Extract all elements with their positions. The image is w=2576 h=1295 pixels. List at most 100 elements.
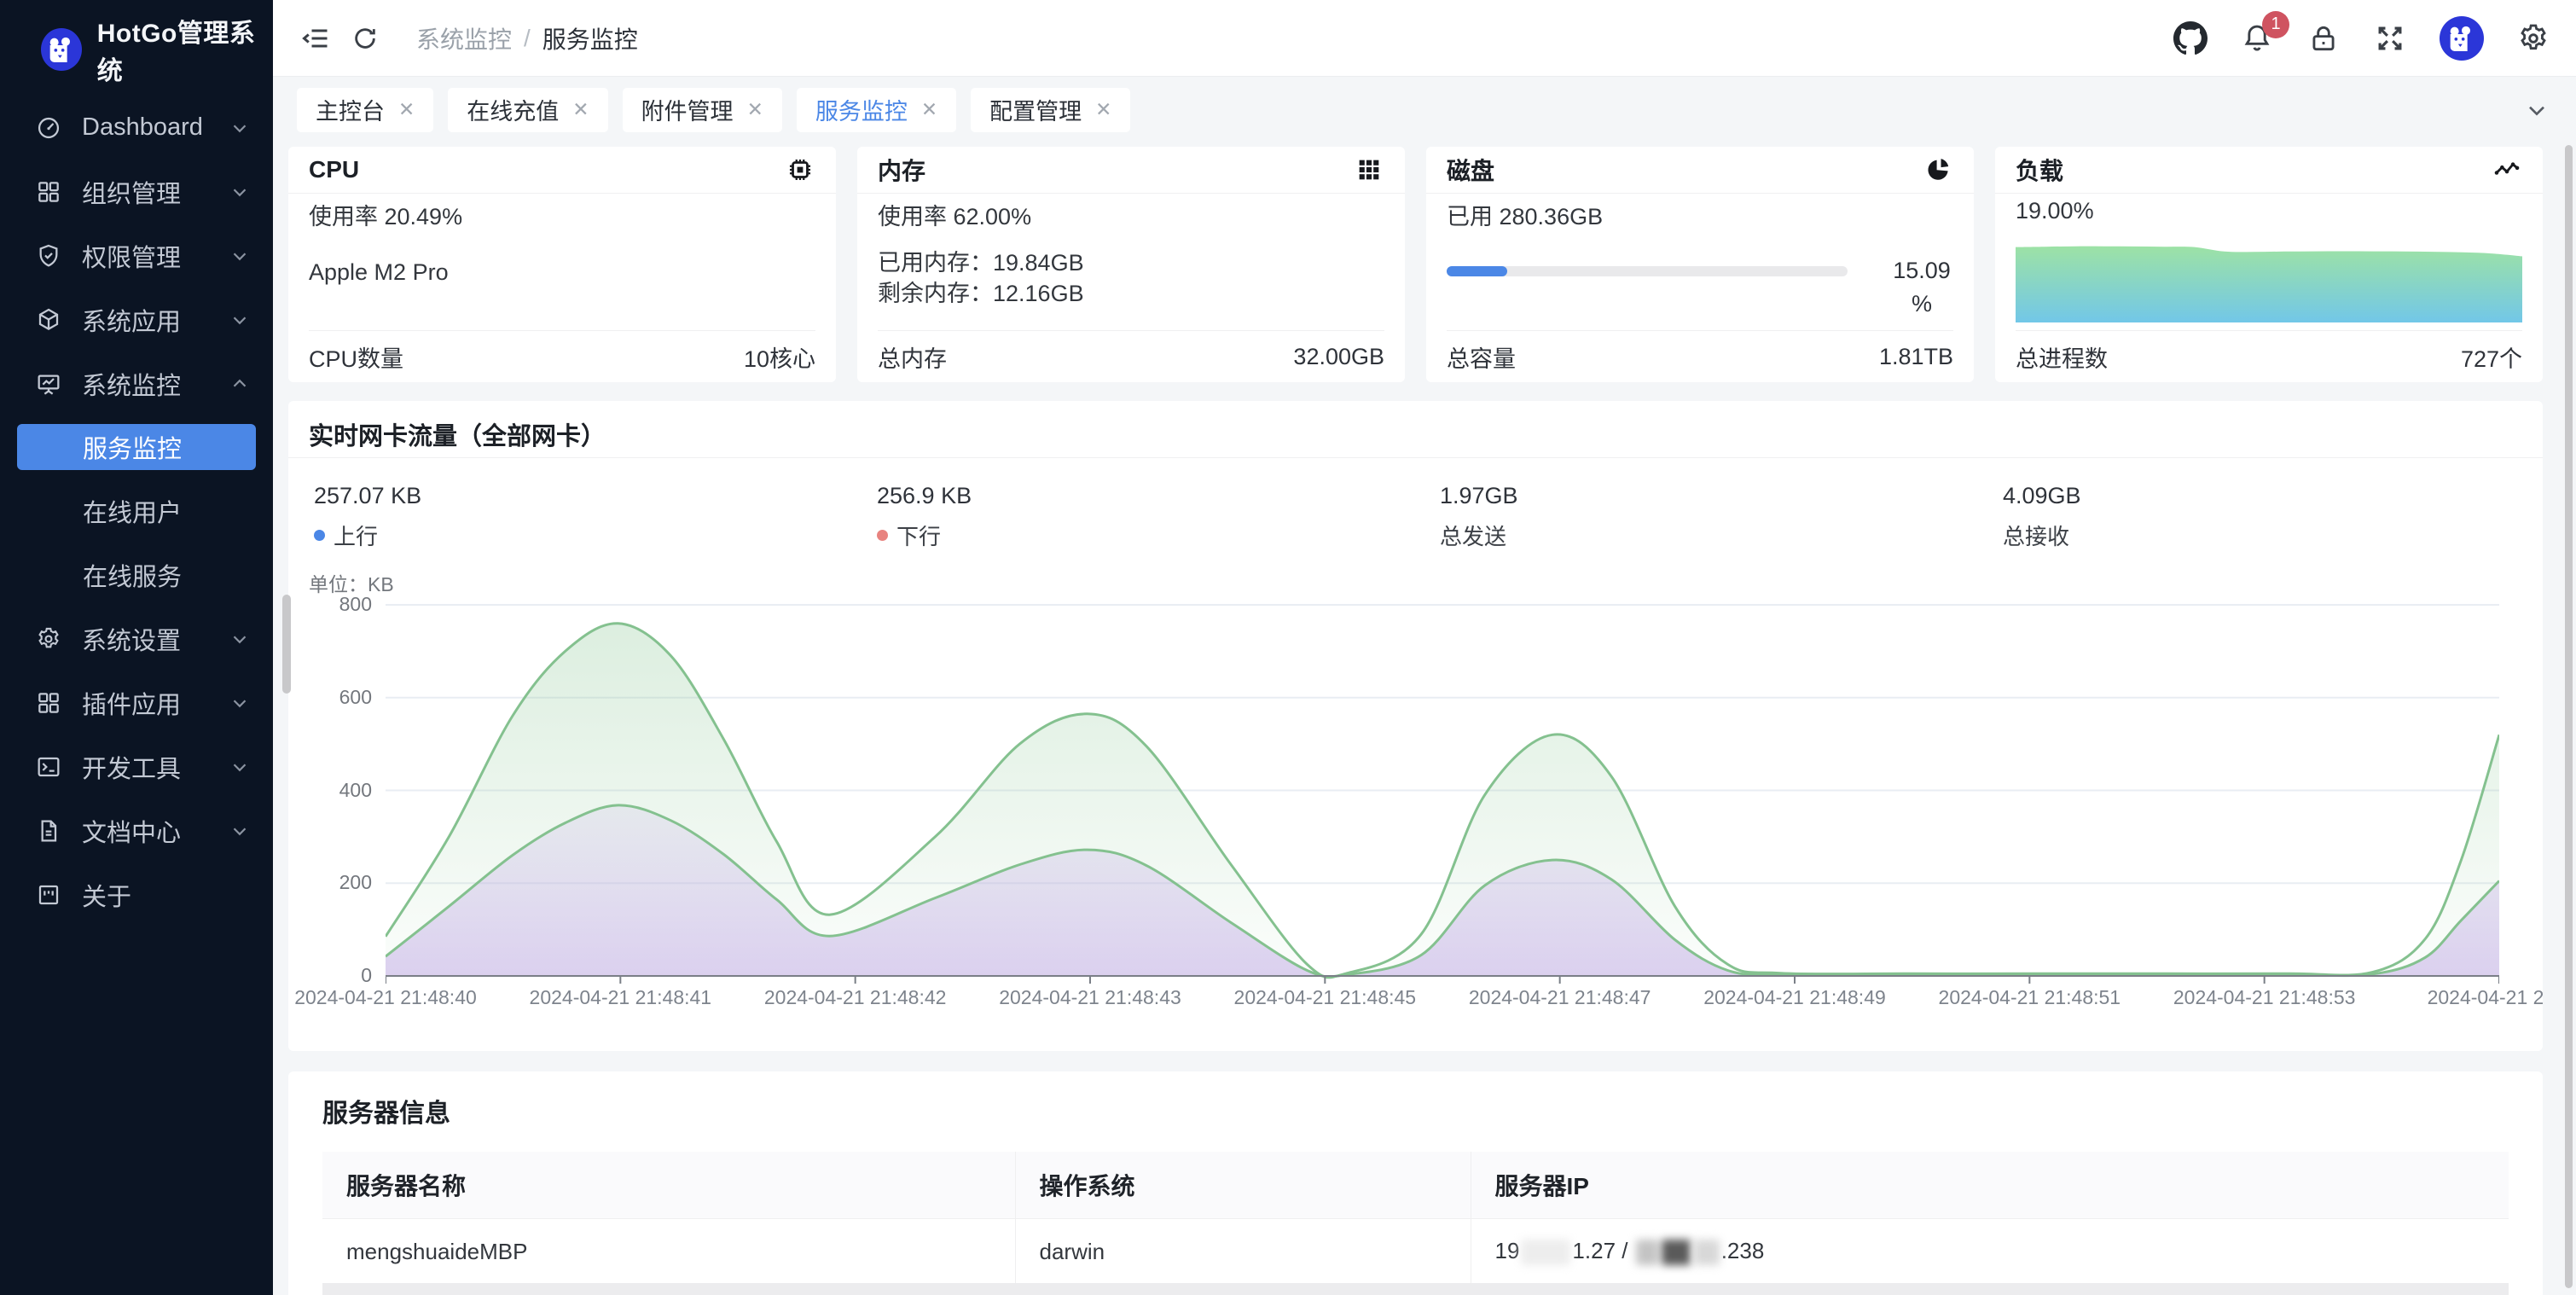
- stat-label: 下行: [896, 520, 941, 551]
- y-axis-tick-label: 200: [302, 871, 372, 894]
- sidebar-item-online-users[interactable]: 在线用户: [0, 479, 273, 543]
- legend-dot-upstream: [314, 530, 325, 541]
- disk-progress-track: [1447, 266, 1848, 276]
- close-icon[interactable]: ✕: [1095, 100, 1111, 119]
- avatar[interactable]: [2440, 16, 2484, 61]
- dashboard-icon: [34, 113, 63, 142]
- sidebar-item-monitor[interactable]: 系统监控: [0, 351, 273, 415]
- close-icon[interactable]: ✕: [398, 100, 415, 119]
- tab-service-monitor[interactable]: 服务监控 ✕: [797, 88, 956, 132]
- cpu-usage: 使用率 20.49%: [309, 198, 815, 231]
- sidebar-item-apps[interactable]: 系统应用: [0, 287, 273, 351]
- stat-upstream: 257.07 KB 上行: [314, 483, 421, 551]
- shield-check-icon: [34, 241, 63, 270]
- tab-console[interactable]: 主控台 ✕: [297, 88, 433, 132]
- legend-dot-downstream: [877, 530, 888, 541]
- memory-grid-icon: [1354, 154, 1384, 185]
- ip-redaction-block: [1662, 1240, 1691, 1265]
- collapse-sidebar-icon[interactable]: [299, 21, 333, 55]
- close-icon[interactable]: ✕: [921, 100, 937, 119]
- network-traffic-panel: 实时网卡流量（全部网卡） 257.07 KB 上行 256.9 KB 下行 1.…: [288, 401, 2543, 1051]
- page-scrollbar-thumb[interactable]: [2565, 145, 2573, 1288]
- server-table: 服务器名称 操作系统 服务器IP mengshuaideMBP darwin 1…: [322, 1152, 2509, 1285]
- server-info-panel: 服务器信息 服务器名称 操作系统 服务器IP mengshuaideMBP: [288, 1071, 2543, 1295]
- sidebar: HotGo管理系统 Dashboard 组织管理 权限管理 系统应用: [0, 0, 273, 1295]
- top-header: 系统监控 / 服务监控 1: [273, 0, 2576, 77]
- chevron-down-icon: [229, 245, 251, 267]
- sidebar-item-label: 在线服务: [83, 557, 251, 593]
- settings-gear-icon[interactable]: [2516, 21, 2550, 55]
- ip-redaction-block: [1636, 1240, 1658, 1265]
- breadcrumb-current: 服务监控: [542, 21, 638, 55]
- refresh-icon[interactable]: [348, 21, 382, 55]
- stat-total-sent: 1.97GB 总发送: [1440, 483, 1518, 551]
- sidebar-item-label: 权限管理: [82, 238, 229, 274]
- y-axis-tick-label: 600: [302, 686, 372, 709]
- sidebar-menu: Dashboard 组织管理 权限管理 系统应用 系统监控: [0, 96, 273, 926]
- disk-percent-unit: %: [1875, 287, 1969, 321]
- x-axis-tick-label: 2024-04-21 21:48:43: [975, 986, 1205, 1009]
- tab-label: 附件管理: [641, 93, 734, 126]
- tab-online-recharge[interactable]: 在线充值 ✕: [448, 88, 607, 132]
- sidebar-item-plugins[interactable]: 插件应用: [0, 671, 273, 735]
- tab-attachments[interactable]: 附件管理 ✕: [623, 88, 782, 132]
- notifications-bell-icon[interactable]: 1: [2240, 21, 2274, 55]
- disk-footer-value: 1.81TB: [1879, 344, 1953, 370]
- memory-footer-label: 总内存: [878, 340, 947, 374]
- server-info-title: 服务器信息: [322, 1092, 450, 1129]
- logo[interactable]: HotGo管理系统: [41, 12, 273, 87]
- disk-card: 磁盘 已用 280.36GB 15.09 % 总容量 1.81TB: [1426, 147, 1974, 382]
- sidebar-item-label: 系统监控: [82, 366, 229, 402]
- y-axis-tick-label: 0: [302, 964, 372, 987]
- sidebar-item-label: 文档中心: [82, 813, 229, 849]
- memory-card-footer: 总内存 32.00GB: [878, 330, 1384, 382]
- sidebar-item-dashboard[interactable]: Dashboard: [0, 96, 273, 160]
- sidebar-item-online-services[interactable]: 在线服务: [0, 543, 273, 607]
- ip-redaction-block: [1521, 1240, 1570, 1265]
- sidebar-item-docs[interactable]: 文档中心: [0, 798, 273, 862]
- ip-mid: 1.27 /: [1572, 1238, 1633, 1263]
- cpu-card-footer: CPU数量 10核心: [309, 330, 815, 382]
- document-icon: [34, 816, 63, 845]
- grid-icon: [34, 177, 63, 206]
- load-footer-label: 总进程数: [2016, 340, 2108, 374]
- column-os: 操作系统: [1015, 1152, 1471, 1219]
- chevron-down-icon: [229, 309, 251, 331]
- trend-line-icon: [2492, 154, 2522, 185]
- content-scrollbar-thumb[interactable]: [282, 595, 291, 694]
- fullscreen-icon[interactable]: [2373, 21, 2407, 55]
- chevron-up-icon: [229, 373, 251, 395]
- memory-footer-value: 32.00GB: [1293, 344, 1384, 370]
- github-icon[interactable]: [2173, 21, 2208, 55]
- sidebar-item-label: 系统设置: [82, 621, 229, 657]
- network-traffic-chart: [386, 597, 2499, 990]
- frame-icon: [34, 880, 63, 909]
- app-title: HotGo管理系统: [97, 12, 273, 87]
- memory-usage: 使用率 62.00%: [878, 198, 1384, 231]
- close-icon[interactable]: ✕: [572, 100, 589, 119]
- cpu-card-header: CPU: [288, 147, 836, 194]
- sidebar-item-label: 组织管理: [82, 174, 229, 210]
- tab-list-chevron-down-icon[interactable]: [2521, 95, 2552, 125]
- tab-config[interactable]: 配置管理 ✕: [971, 88, 1130, 132]
- sidebar-item-service-monitor[interactable]: 服务监控: [17, 424, 256, 470]
- sidebar-item-label: 关于: [82, 877, 251, 913]
- table-header-row: 服务器名称 操作系统 服务器IP: [322, 1152, 2509, 1219]
- disk-percent-value: 15.09: [1875, 254, 1969, 287]
- sidebar-item-about[interactable]: 关于: [0, 862, 273, 926]
- sidebar-item-permission[interactable]: 权限管理: [0, 224, 273, 287]
- chevron-down-icon: [229, 181, 251, 203]
- main-area: 系统监控 / 服务监控 1 主控台 ✕: [273, 0, 2576, 1295]
- breadcrumb-parent[interactable]: 系统监控: [416, 21, 512, 55]
- stat-label: 上行: [334, 520, 378, 551]
- sidebar-item-devtools[interactable]: 开发工具: [0, 735, 273, 798]
- disk-card-title: 磁盘: [1447, 153, 1494, 187]
- sidebar-item-org[interactable]: 组织管理: [0, 160, 273, 224]
- sidebar-item-settings[interactable]: 系统设置: [0, 607, 273, 671]
- lock-screen-icon[interactable]: [2306, 21, 2341, 55]
- memory-card: 内存 使用率 62.00% 已用内存：19.84GB 剩余内存：12.16GB …: [857, 147, 1405, 382]
- content: CPU 使用率 20.49% Apple M2 Pro CPU数量 10核心 内…: [273, 142, 2576, 1295]
- breadcrumb: 系统监控 / 服务监控: [416, 21, 638, 55]
- close-icon[interactable]: ✕: [747, 100, 763, 119]
- sidebar-item-label: Dashboard: [82, 113, 229, 142]
